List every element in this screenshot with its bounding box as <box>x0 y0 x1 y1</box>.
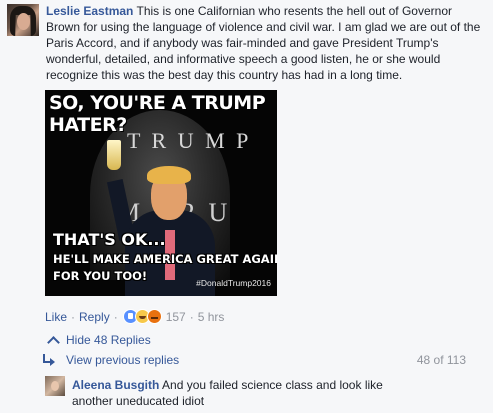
hair-graphic <box>147 166 191 184</box>
comment-body: Leslie Eastman This is one Californian w… <box>46 3 486 83</box>
chevron-up-icon <box>47 335 60 349</box>
replies-pager: 48 of 113 <box>416 353 466 367</box>
reply-avatar[interactable] <box>45 376 65 396</box>
hide-replies-link[interactable]: Hide 48 Replies <box>47 333 151 349</box>
view-previous-replies-row: View previous replies 48 of 113 <box>42 353 466 367</box>
meme-ok-text: THAT'S OK... <box>53 230 166 249</box>
comment-author-link[interactable]: Leslie Eastman <box>46 4 133 18</box>
reply-body: Aleena Busgith And you failed science cl… <box>72 377 412 409</box>
comment-actions: Like · Reply · 157 · 5 hrs <box>45 309 224 324</box>
meme-hashtag: #DonaldTrump2016 <box>196 278 271 288</box>
reaction-count: 157 <box>165 309 186 324</box>
separator-dot: · <box>71 309 76 324</box>
reactions-summary[interactable]: 157 <box>122 309 186 324</box>
hide-replies-label: Hide 48 Replies <box>66 333 151 347</box>
reply-author-link[interactable]: Aleena Busgith <box>72 378 159 392</box>
view-previous-replies-link[interactable]: View previous replies <box>66 353 179 367</box>
comment-image[interactable]: T R U M P M P R U SO, YOU'RE A TRUMP HAT… <box>45 90 277 296</box>
separator-dot: · <box>113 309 118 324</box>
angry-reaction-icon <box>146 309 162 324</box>
like-link[interactable]: Like <box>45 310 67 324</box>
reply-link[interactable]: Reply <box>79 310 110 324</box>
meme-top-text: SO, YOU'RE A TRUMP HATER? <box>49 92 266 136</box>
comment-thread: Leslie Eastman This is one Californian w… <box>0 0 493 413</box>
champagne-glass-graphic <box>107 140 121 170</box>
comment-timestamp[interactable]: 5 hrs <box>198 310 225 324</box>
separator-dot: · <box>189 309 194 324</box>
reply-arrow-icon <box>42 354 56 366</box>
commenter-avatar[interactable] <box>7 4 39 36</box>
